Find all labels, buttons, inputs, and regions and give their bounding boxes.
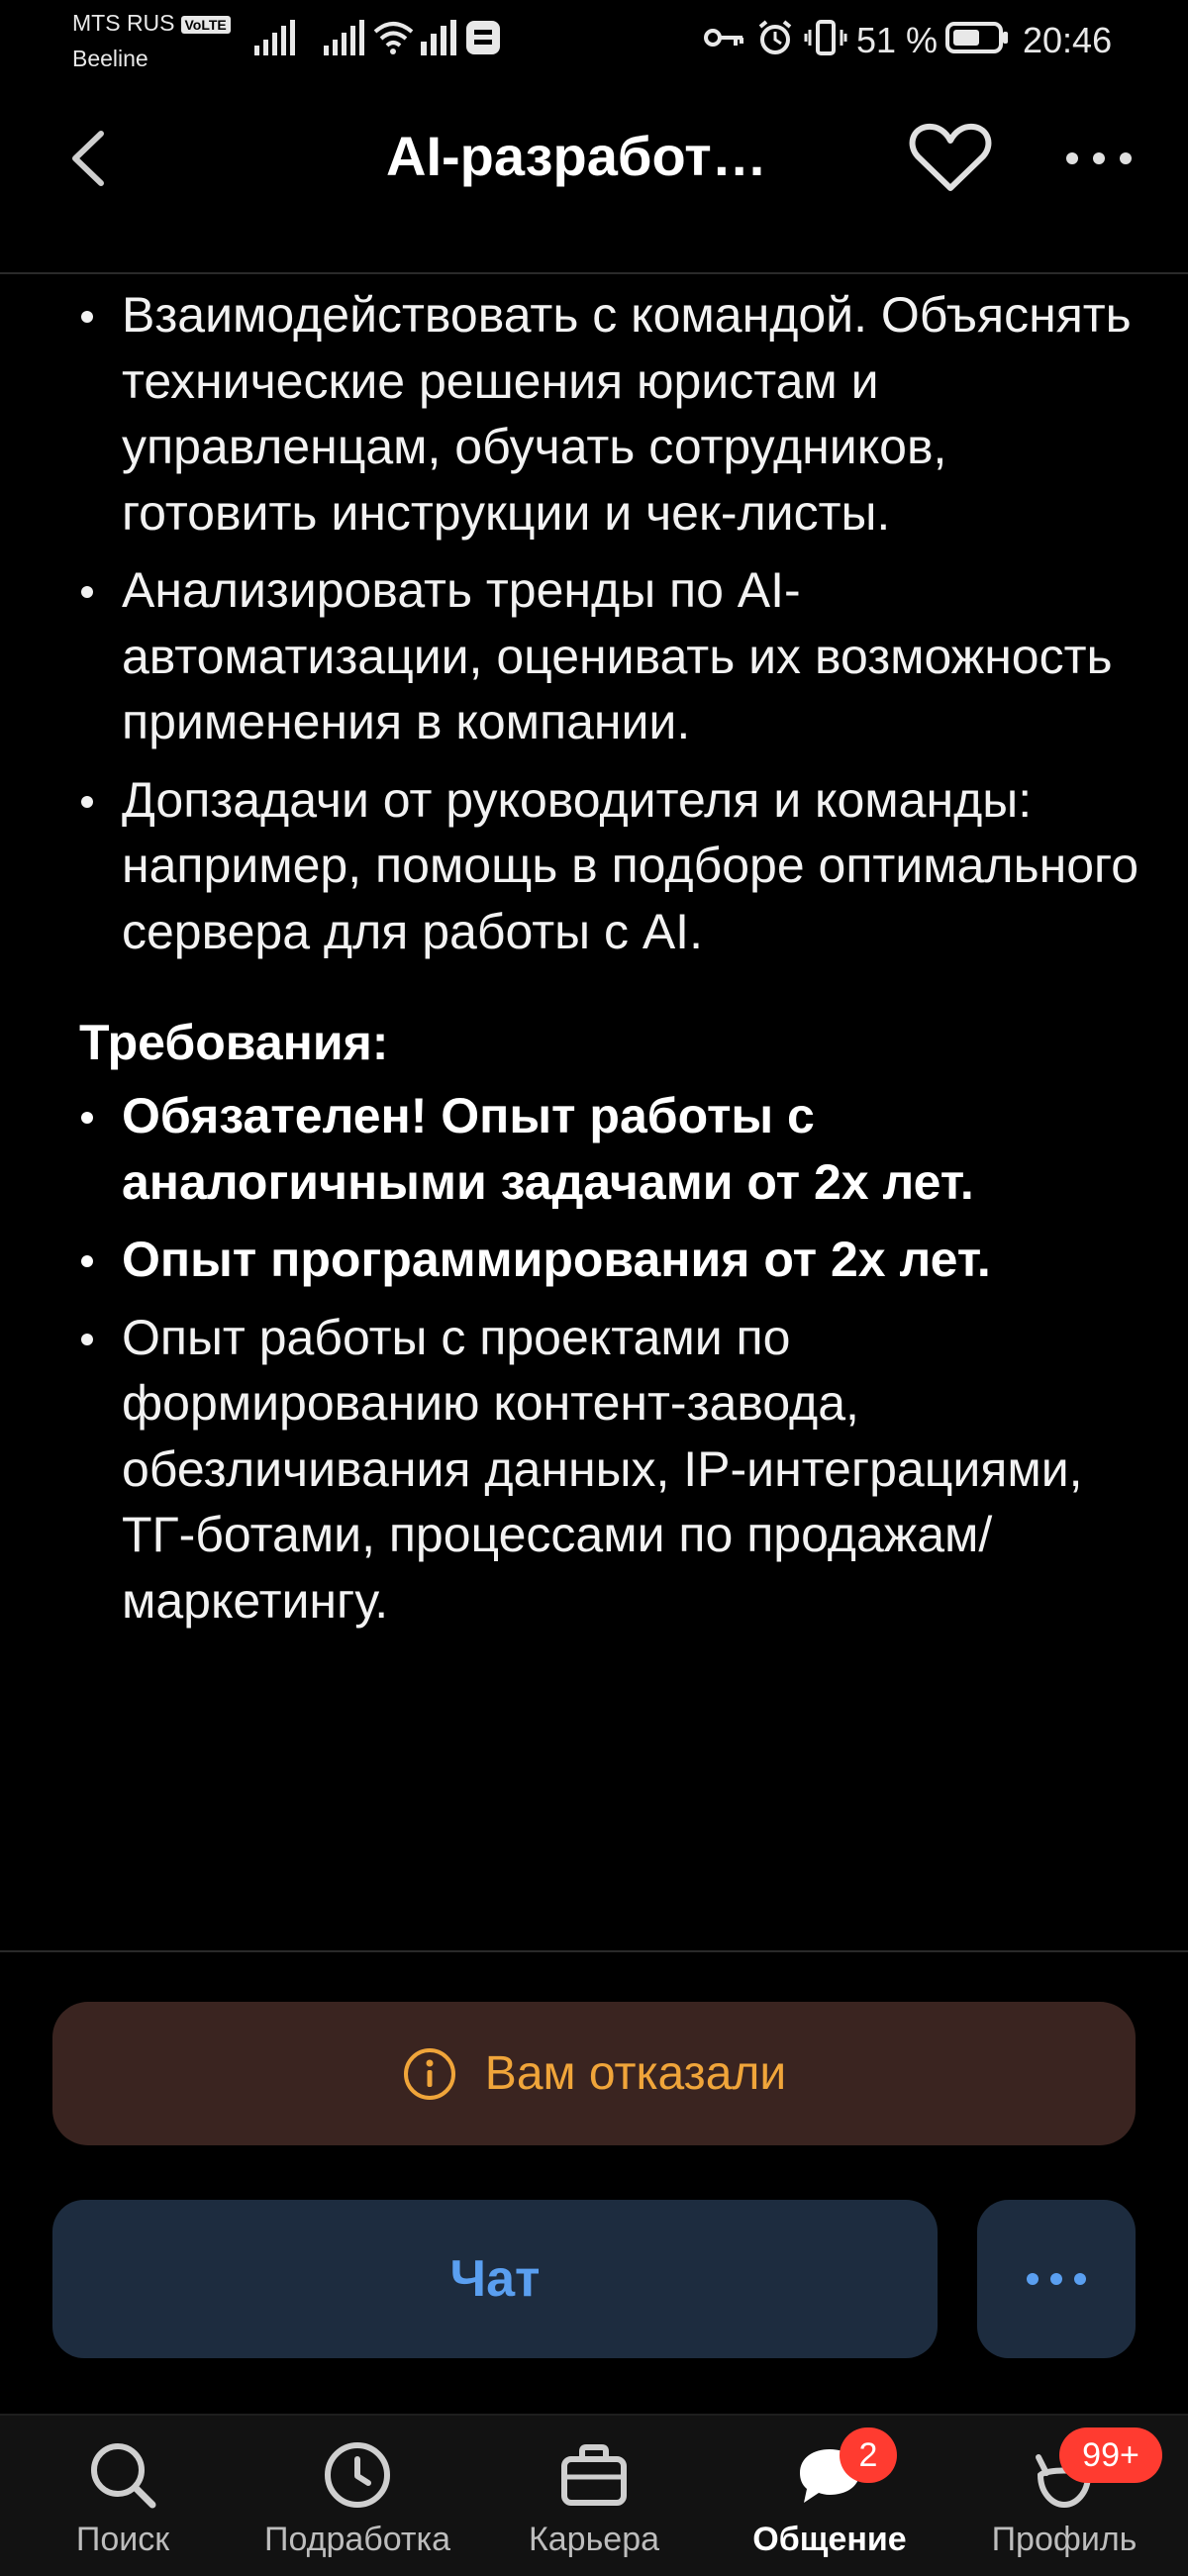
more-actions-button[interactable] (977, 2200, 1136, 2358)
vibrate-icon (804, 20, 847, 55)
requirements-list: Обязателен! Опыт работы с аналогичными з… (0, 1083, 1188, 1634)
nav-label: Поиск (75, 2521, 170, 2558)
favorite-heart-icon[interactable] (906, 119, 995, 198)
application-status-banner: Вам отказали (52, 2002, 1136, 2145)
nav-label: Подработка (264, 2521, 450, 2558)
chat-button[interactable]: Чат (52, 2200, 938, 2358)
requirements-heading: Требования: (79, 1015, 389, 1070)
app-notification-icon (466, 21, 500, 54)
status-bar: MTS RUS VoLTE Beeline 51 % 20:46 (0, 0, 1188, 89)
wifi-icon (373, 22, 414, 54)
list-item: Опыт программирования от 2х лет. (0, 1227, 1188, 1293)
notification-badge: 2 (840, 2427, 897, 2483)
page-title: AI-разработ… (386, 125, 767, 187)
battery-icon (945, 22, 1008, 53)
more-options-icon[interactable] (1059, 134, 1138, 183)
nav-item-career[interactable]: Карьера (475, 2416, 713, 2576)
data-signal-icon (421, 20, 456, 55)
signal-strength-icon (324, 20, 364, 55)
nav-item-messages[interactable]: 2 Общение (711, 2416, 948, 2576)
nav-label: Карьера (528, 2521, 660, 2558)
back-arrow-icon[interactable] (59, 124, 119, 193)
nav-label: Профиль (991, 2521, 1138, 2558)
list-item: Взаимодействовать с командой. Объяснять … (0, 282, 1188, 545)
nav-item-profile[interactable]: 99+ Профиль (945, 2416, 1183, 2576)
clock: 20:46 (1023, 20, 1113, 60)
list-item: Анализировать тренды по AI-автоматизации… (0, 557, 1188, 755)
list-item: Опыт работы с проектами по формированию … (0, 1305, 1188, 1635)
carrier-name-2: Beeline (72, 46, 148, 71)
bottom-navigation: Поиск Подработка Карьера 2 Общение 99+ П… (0, 2414, 1188, 2576)
key-icon (704, 29, 743, 47)
alarm-icon (758, 20, 792, 54)
briefcase-icon (561, 2444, 627, 2506)
content-divider (0, 1950, 1188, 1952)
list-item: Обязателен! Опыт работы с аналогичными з… (0, 1083, 1188, 1215)
carrier-name-1: MTS RUS VoLTE (72, 10, 231, 37)
search-icon (91, 2443, 156, 2509)
nav-label: Общение (752, 2521, 907, 2558)
signal-strength-icon (254, 20, 295, 55)
volte-badge: VoLTE (180, 15, 231, 34)
info-icon (403, 2047, 455, 2100)
app-header: AI-разработ… (0, 94, 1188, 274)
battery-percent: 51 % (856, 20, 939, 60)
nav-item-part-time[interactable]: Подработка (239, 2416, 476, 2576)
chat-button-label: Чат (449, 2250, 541, 2308)
notification-badge: 99+ (1059, 2427, 1162, 2483)
responsibilities-list: Взаимодействовать с командой. Объяснять … (0, 282, 1188, 964)
list-item: Допзадачи от руководителя и команды: нап… (0, 767, 1188, 965)
more-options-icon (1027, 2273, 1086, 2285)
status-text: Вам отказали (484, 2047, 787, 2100)
nav-item-search[interactable]: Поиск (4, 2416, 242, 2576)
vacancy-description: Взаимодействовать с командой. Объяснять … (0, 275, 1188, 1950)
clock-icon (325, 2442, 390, 2508)
